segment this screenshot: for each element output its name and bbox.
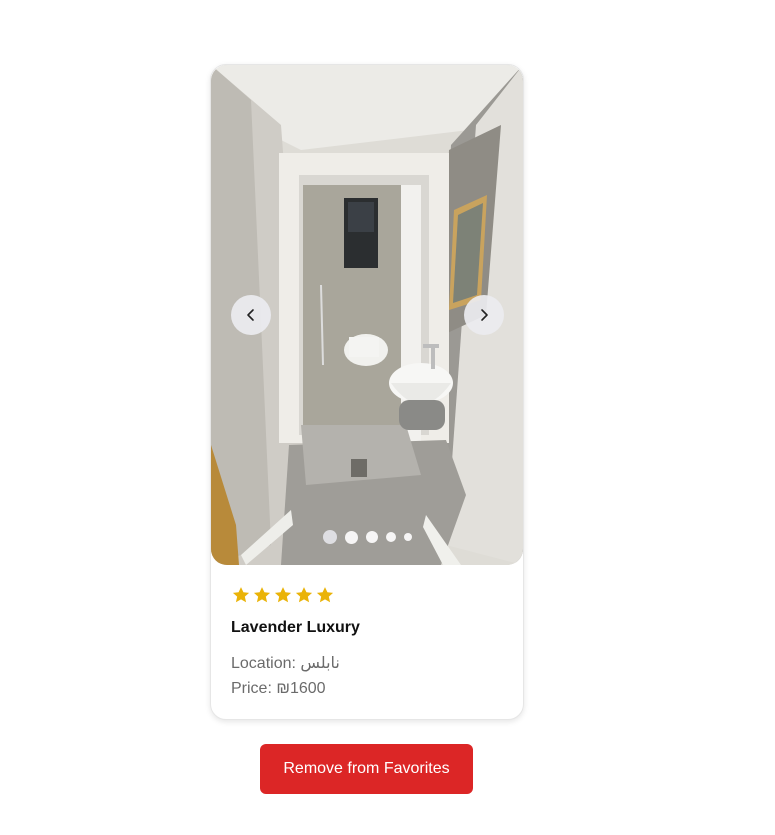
star-icon (295, 587, 313, 603)
listing-photo (211, 65, 523, 565)
pagination-dot[interactable] (344, 530, 358, 544)
previous-image-button[interactable] (231, 295, 271, 335)
remove-from-favorites-button[interactable]: Remove from Favorites (260, 744, 473, 794)
pagination-dot[interactable] (385, 532, 396, 542)
star-icon (253, 587, 271, 603)
listing-info: Lavender Luxury Location: نابلس Price: ₪… (231, 585, 503, 701)
price-value: ₪1600 (276, 680, 326, 697)
pagination-dot[interactable] (322, 530, 337, 544)
pagination-dot[interactable] (365, 531, 378, 543)
star-icon (274, 587, 292, 603)
star-icon (232, 587, 250, 603)
location-value: نابلس (300, 655, 340, 672)
listing-location: Location: نابلس (231, 651, 503, 676)
next-image-button[interactable] (464, 295, 504, 335)
listing-card[interactable]: Lavender Luxury Location: نابلس Price: ₪… (210, 64, 524, 720)
star-rating (231, 585, 503, 605)
price-label: Price: (231, 680, 272, 697)
listing-title: Lavender Luxury (231, 619, 360, 636)
image-pagination-dots (211, 527, 523, 547)
chevron-left-icon (247, 309, 254, 321)
chevron-right-icon (481, 309, 488, 321)
location-label: Location: (231, 655, 296, 672)
listing-price: Price: ₪1600 (231, 676, 503, 701)
pagination-dot[interactable] (403, 533, 412, 541)
star-icon (316, 587, 334, 603)
